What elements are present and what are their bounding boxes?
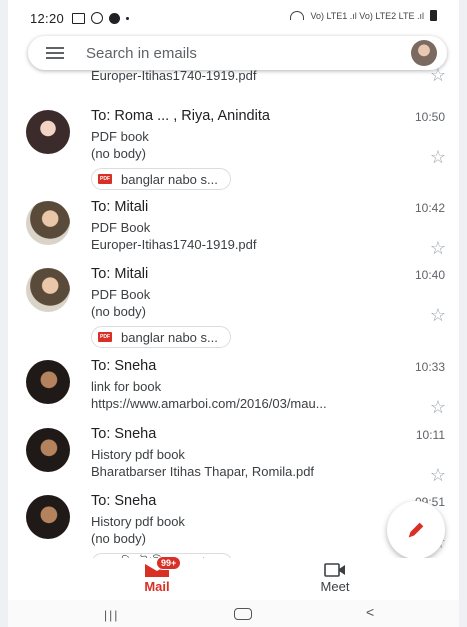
email-snippet: Europer-Itihas1740-1919.pdf	[91, 237, 257, 252]
status-time: 12:20	[30, 10, 65, 26]
star-icon[interactable]: ☆	[429, 239, 447, 257]
status-bar: 12:20 Vo) LTE1 .ıl Vo) LTE2 LTE .ıl	[8, 0, 459, 36]
mail-icon: 99+	[144, 556, 182, 578]
email-subject: History pdf book	[91, 447, 185, 462]
email-snippet: Europer-Itihas1740-1919.pdf	[91, 68, 257, 83]
menu-icon[interactable]	[46, 47, 64, 59]
email-subject: PDF Book	[91, 220, 151, 235]
avatar	[26, 428, 70, 472]
email-subject: PDF book	[91, 129, 149, 144]
phone-screen: 12:20 Vo) LTE1 .ıl Vo) LTE2 LTE .ıl Sear…	[8, 0, 459, 627]
account-avatar[interactable]	[411, 40, 437, 66]
email-subject: History pdf book	[91, 514, 185, 529]
nav-mail[interactable]: 99+ Mail	[132, 556, 182, 594]
email-recipients: To: Sneha	[91, 358, 157, 374]
compose-button[interactable]	[387, 501, 445, 559]
status-right: Vo) LTE1 .ıl Vo) LTE2 LTE .ıl	[290, 10, 437, 21]
email-snippet: Bharatbarser Itihas Thapar, Romila.pdf	[91, 464, 315, 479]
email-recipients: To: Roma ... , Riya, Anindita	[91, 108, 270, 124]
email-time: 10:42	[414, 201, 445, 215]
email-time: 10:33	[414, 360, 445, 374]
email-recipients: To: Sneha	[91, 493, 157, 509]
battery-icon	[430, 10, 437, 21]
email-recipients: To: Mitali	[91, 266, 149, 282]
system-navigation: ||| <	[8, 600, 459, 627]
attachment-chip[interactable]: PDF banglar nabo s...	[91, 168, 231, 190]
nav-meet[interactable]: Meet	[310, 562, 360, 594]
pencil-icon	[408, 522, 424, 538]
email-subject: link for book	[91, 379, 162, 394]
nav-meet-label: Meet	[320, 579, 350, 594]
messenger-icon	[109, 12, 121, 24]
attachment-name: banglar nabo s...	[121, 329, 218, 345]
email-snippet: (no body)	[91, 531, 146, 546]
email-time: 10:11	[415, 428, 445, 442]
email-recipients: To: Sneha	[91, 426, 157, 442]
star-icon[interactable]: ☆	[429, 398, 447, 416]
avatar	[26, 110, 70, 154]
back-icon[interactable]: <	[366, 604, 374, 620]
avatar	[26, 201, 70, 245]
signal-text: Vo) LTE1 .ıl Vo) LTE2 LTE .ıl	[310, 10, 424, 21]
mail-badge: 99+	[156, 556, 182, 570]
avatar	[26, 268, 70, 312]
pdf-icon: PDF	[98, 332, 112, 342]
status-icons	[72, 12, 130, 24]
nav-mail-label: Mail	[144, 579, 170, 594]
star-icon[interactable]: ☆	[429, 148, 447, 166]
email-row[interactable]: To: Mitali 10:40 PDF Book (no body) ☆ PD…	[8, 262, 459, 352]
video-camera-icon	[324, 562, 346, 578]
bottom-navigation: 99+ Mail Meet	[8, 556, 459, 600]
avatar	[26, 495, 70, 539]
email-snippet: https://www.amarboi.com/2016/03/mau...	[91, 396, 327, 411]
email-time: 10:50	[414, 110, 445, 124]
star-icon[interactable]: ☆	[429, 466, 447, 484]
partial-email-row[interactable]: Europer-Itihas1740-1919.pdf ☆	[8, 64, 459, 88]
gallery-icon	[72, 12, 86, 24]
email-snippet: (no body)	[91, 304, 146, 319]
email-subject: PDF Book	[91, 287, 151, 302]
pdf-icon: PDF	[98, 174, 112, 184]
attachment-chip[interactable]: PDF banglar nabo s...	[91, 326, 231, 348]
hotspot-icon	[290, 11, 305, 20]
star-icon[interactable]: ☆	[429, 306, 447, 324]
search-input[interactable]: Search in emails	[86, 45, 197, 62]
recents-icon[interactable]: |||	[104, 608, 119, 622]
email-snippet: (no body)	[91, 146, 146, 161]
avatar	[26, 360, 70, 404]
email-row[interactable]: To: Roma ... , Riya, Anindita 10:50 PDF …	[8, 104, 459, 194]
whatsapp-icon	[91, 12, 104, 24]
email-recipients: To: Mitali	[91, 199, 149, 215]
email-time: 10:40	[414, 268, 445, 282]
star-icon[interactable]: ☆	[429, 66, 447, 84]
home-icon[interactable]	[234, 608, 252, 620]
dot-icon	[126, 16, 130, 20]
attachment-name: banglar nabo s...	[121, 171, 218, 187]
